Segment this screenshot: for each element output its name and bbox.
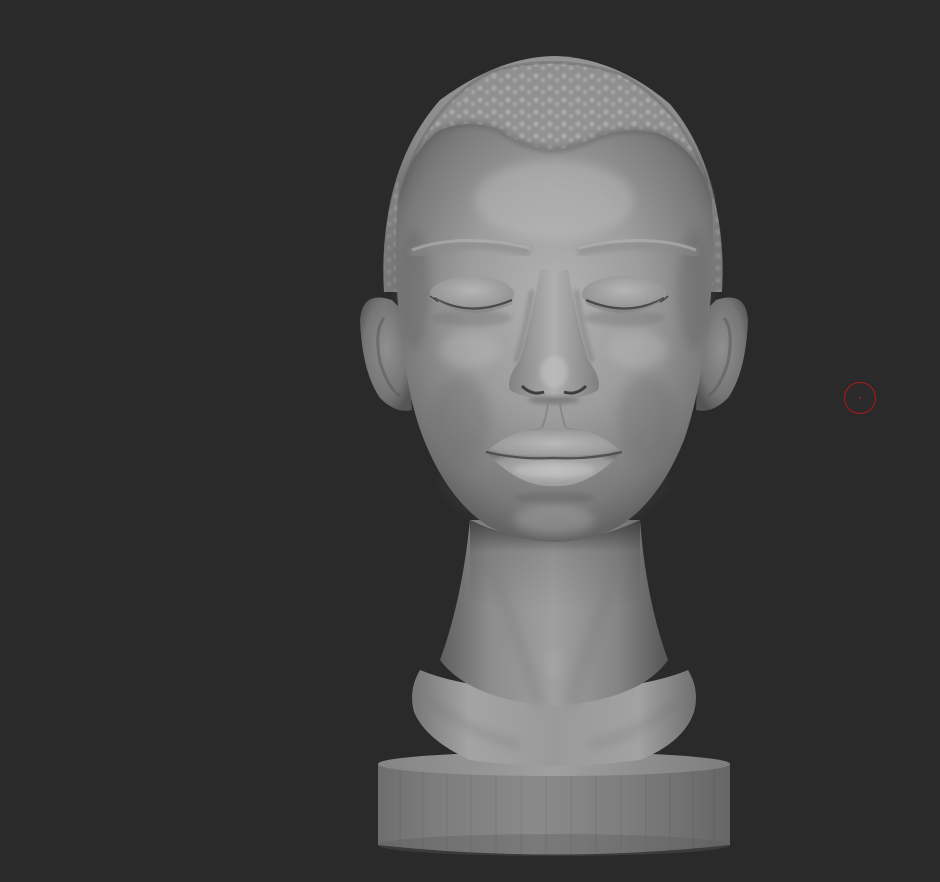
neck bbox=[440, 520, 668, 707]
left-eye-closed bbox=[429, 276, 514, 326]
sculpt-viewport[interactable] bbox=[0, 0, 940, 882]
right-eye-closed bbox=[582, 276, 669, 326]
sculpt-scene bbox=[360, 56, 748, 858]
pedestal-base bbox=[378, 752, 730, 858]
brush-center-dot bbox=[859, 397, 861, 399]
brush-cursor-icon bbox=[844, 382, 876, 414]
